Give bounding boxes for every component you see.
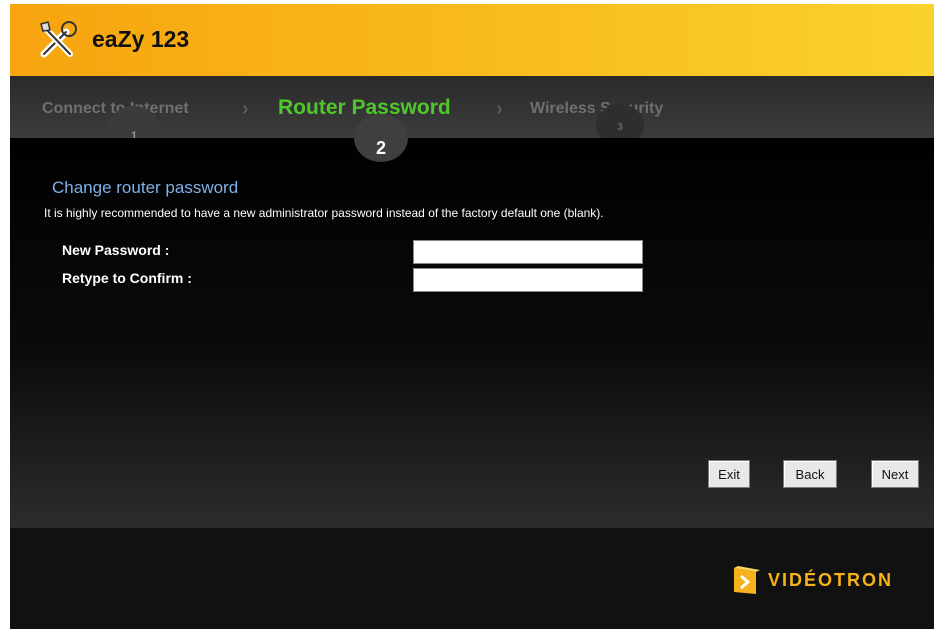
confirm-password-field[interactable]	[413, 268, 643, 292]
header-bar: eaZy 123	[10, 4, 934, 76]
step-router-password: Router Password	[278, 96, 451, 119]
step-number: 2	[375, 138, 386, 158]
app-window: eaZy 123 Connect to Internet › Router Pa…	[10, 4, 934, 629]
exit-button[interactable]: Exit	[708, 460, 750, 488]
main-content: Change router password It is highly reco…	[10, 138, 934, 528]
app-title: eaZy 123	[92, 26, 190, 52]
step-indicator-2: 2	[354, 114, 408, 162]
brand-name: VIDÉOTRON	[768, 570, 894, 590]
confirm-password-label: Retype to Confirm :	[62, 270, 192, 286]
new-password-label: New Password :	[62, 242, 170, 258]
chevron-right-icon: ›	[242, 98, 249, 120]
back-button[interactable]: Back	[783, 460, 837, 488]
new-password-field[interactable]	[413, 240, 643, 264]
videotron-mark-icon	[734, 566, 760, 594]
next-button[interactable]: Next	[871, 460, 919, 488]
section-title: Change router password	[52, 178, 239, 197]
tools-icon	[36, 18, 80, 62]
footer: VIDÉOTRON	[10, 528, 934, 629]
chevron-right-icon: ›	[496, 98, 503, 120]
step-wireless-security: Wireless Security	[530, 100, 664, 117]
section-description: It is highly recommended to have a new a…	[44, 206, 604, 220]
step-number: 3	[617, 122, 623, 133]
